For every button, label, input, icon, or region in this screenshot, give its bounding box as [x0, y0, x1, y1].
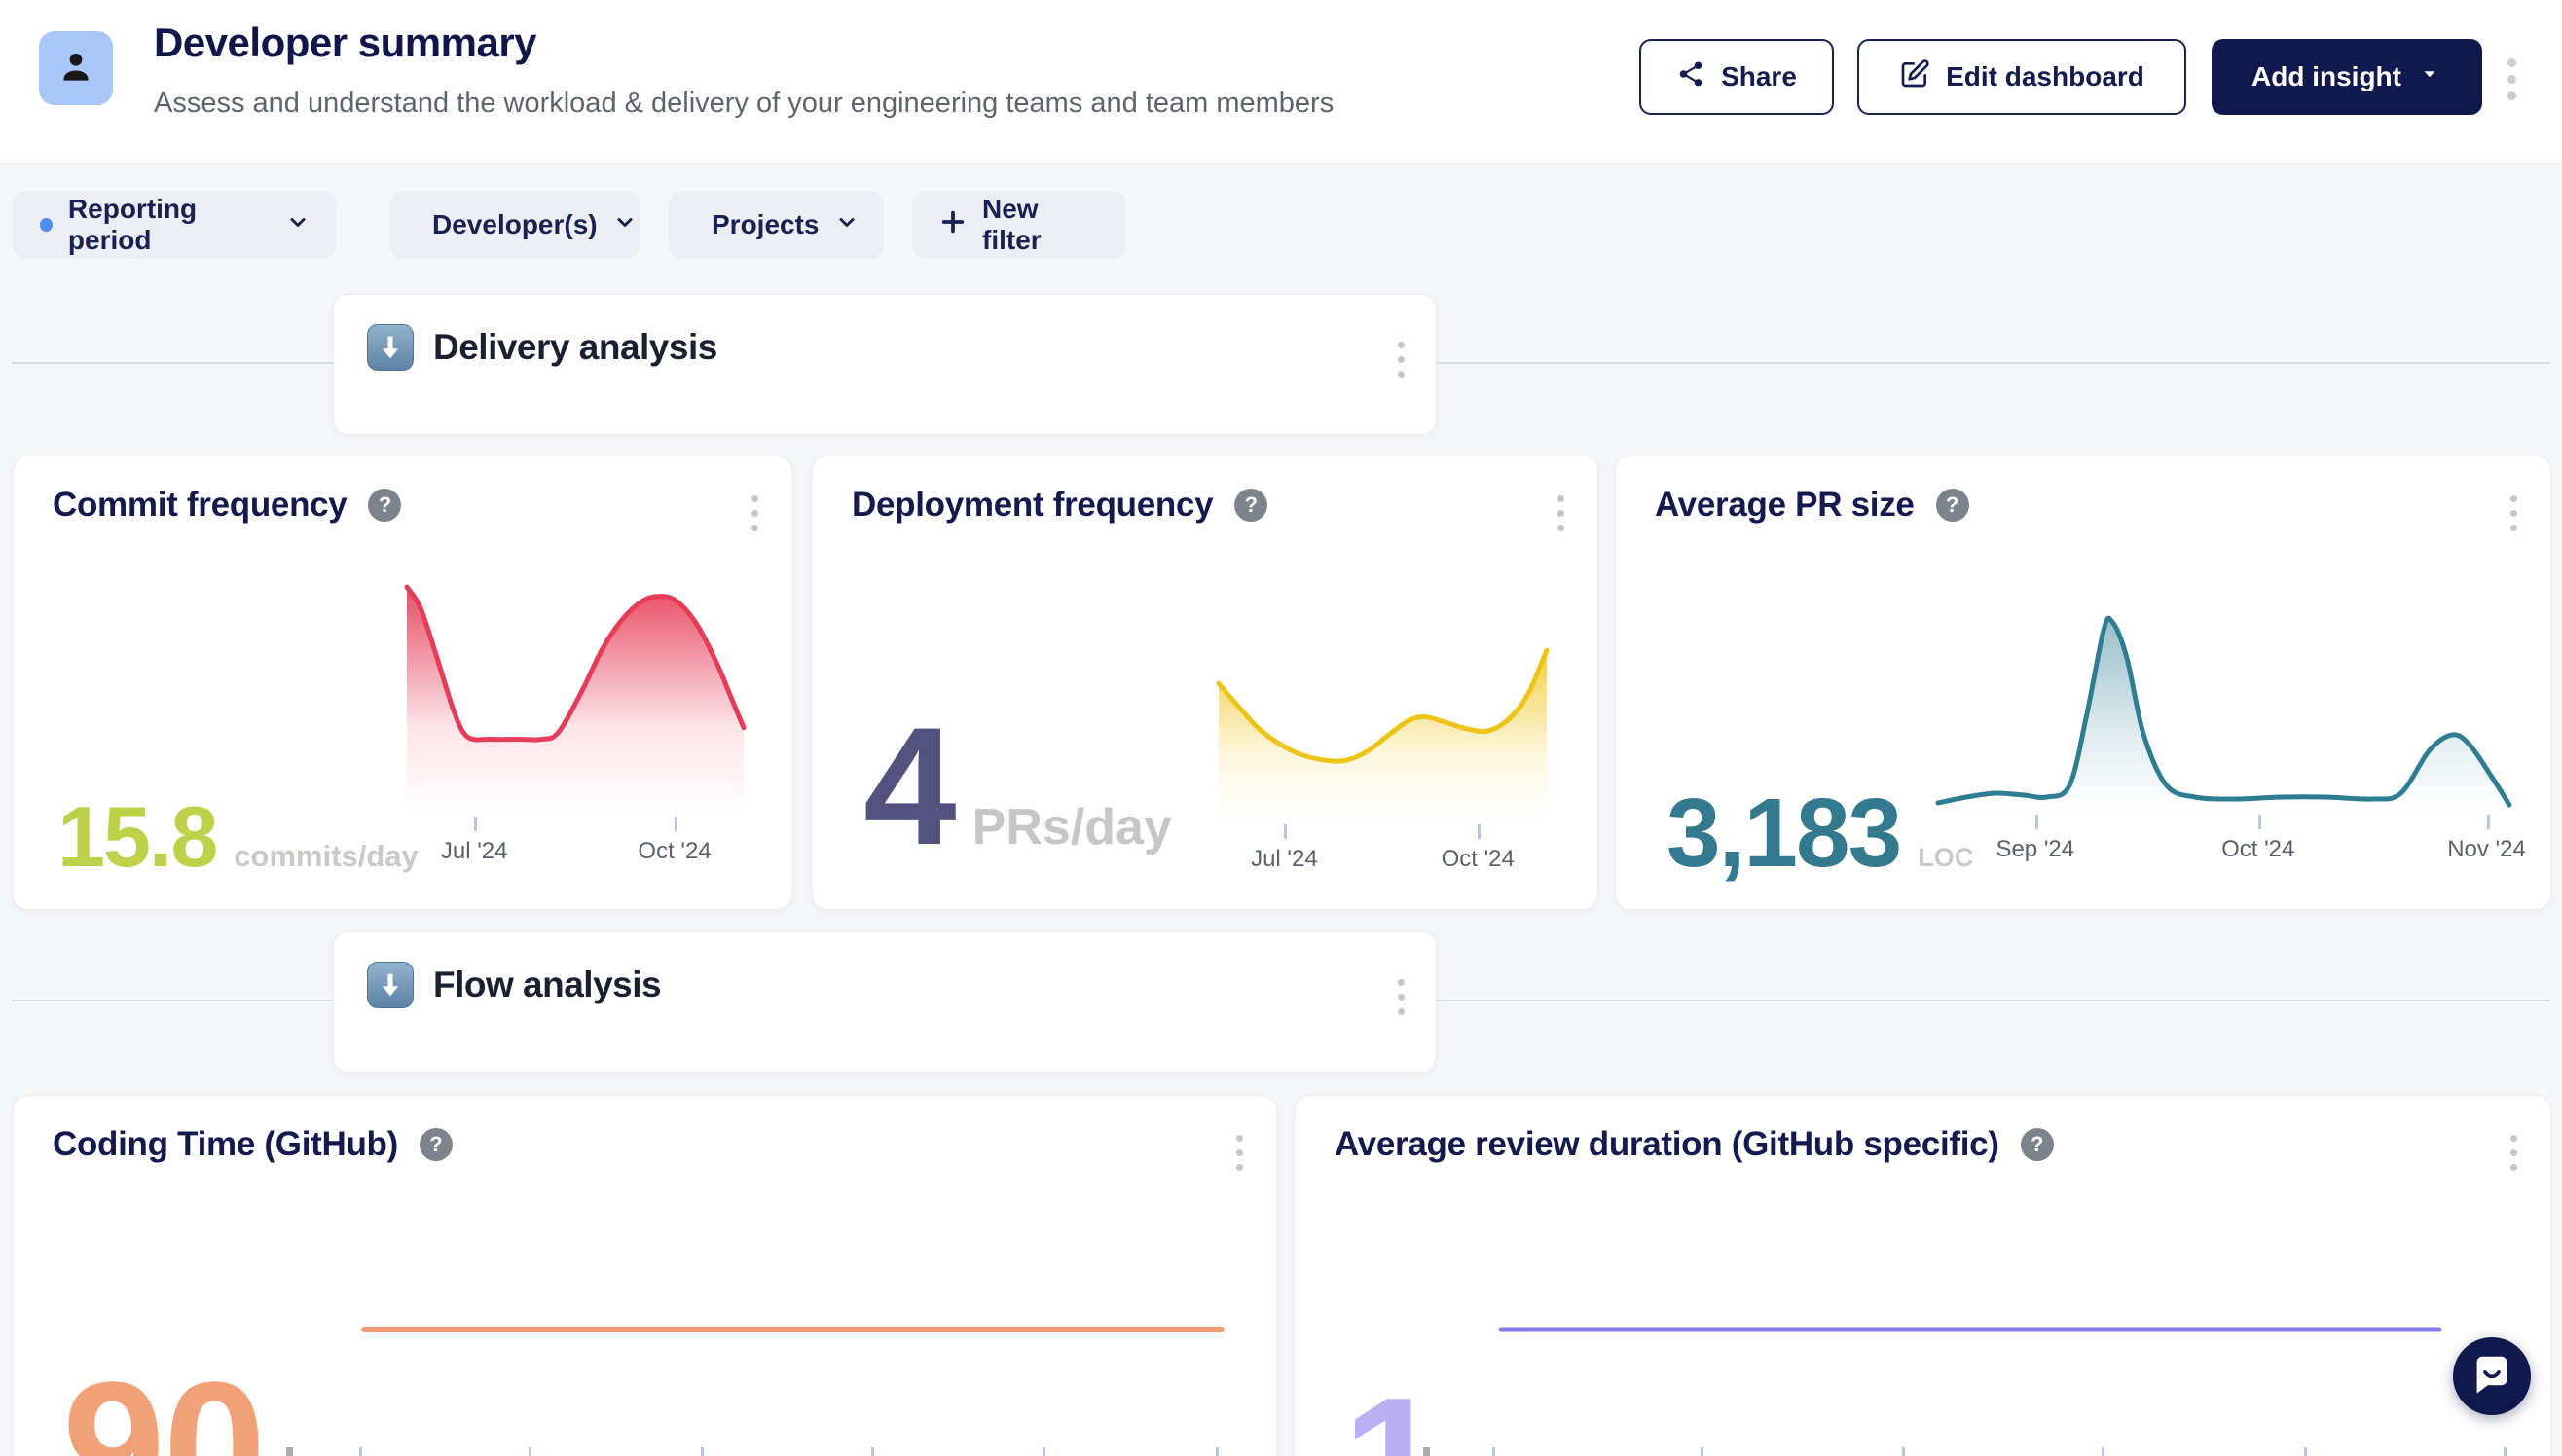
metric: 90	[62, 1355, 264, 1456]
card-menu[interactable]	[2507, 491, 2521, 535]
edit-icon	[1899, 58, 1930, 96]
new-filter-label: New filter	[982, 194, 1099, 256]
card-menu[interactable]	[1232, 1131, 1247, 1175]
card-title: Deployment frequency	[852, 486, 1213, 525]
chevron-down-icon	[613, 209, 637, 240]
metric-value: 4	[863, 703, 955, 870]
commit-frequency-sparkline	[407, 580, 744, 811]
filter-reporting-period[interactable]: Reporting period	[13, 191, 337, 259]
avatar	[39, 31, 113, 105]
add-insight-button-label: Add insight	[2251, 61, 2401, 92]
card-commit-frequency: Commit frequency ? 15.8 commits/day Jul …	[13, 455, 792, 910]
header-overflow-menu[interactable]	[2504, 55, 2520, 104]
card-deployment-frequency: Deployment frequency ? 4 PRs/day Jul '24…	[812, 455, 1598, 910]
active-filter-dot	[40, 218, 53, 232]
card-menu[interactable]	[748, 491, 762, 535]
x-axis-ticks: Jul '24Oct '24	[407, 811, 744, 879]
metric-value: 90	[62, 1355, 264, 1456]
help-icon[interactable]: ?	[368, 489, 401, 522]
filter-developers[interactable]: Developer(s)	[389, 191, 640, 259]
help-icon[interactable]: ?	[420, 1128, 453, 1161]
card-title: Average PR size	[1655, 486, 1915, 525]
developer-summary-dashboard: Developer summary Assess and understand …	[0, 0, 2562, 1456]
share-button[interactable]: Share	[1639, 39, 1834, 115]
down-arrow-button-emoji-icon	[367, 324, 414, 371]
card-menu[interactable]	[2507, 1131, 2521, 1175]
average-pr-size-sparkline	[1938, 614, 2509, 809]
filter-projects[interactable]: Projects	[669, 191, 884, 259]
section-delivery-analysis: Delivery analysis	[333, 294, 1437, 435]
edit-dashboard-button[interactable]: Edit dashboard	[1857, 39, 2186, 115]
filter-label: Projects	[712, 209, 820, 240]
card-average-pr-size: Average PR size ? 3,183 LOC Sep '24Oct '…	[1615, 455, 2551, 910]
share-icon	[1676, 59, 1705, 95]
metric: 1	[1342, 1370, 1444, 1456]
x-axis-ticks: Jul '24Oct '24	[1219, 819, 1547, 887]
add-insight-button[interactable]: Add insight	[2212, 39, 2482, 115]
section-menu[interactable]	[1394, 338, 1409, 382]
section-menu[interactable]	[1394, 975, 1409, 1019]
help-icon[interactable]: ?	[1936, 489, 1969, 522]
edit-dashboard-button-label: Edit dashboard	[1946, 61, 2144, 92]
header-bar: Developer summary Assess and understand …	[0, 0, 2562, 164]
section-title: Delivery analysis	[433, 327, 717, 368]
chat-bubble-icon	[2471, 1354, 2512, 1400]
down-arrow-button-emoji-icon	[367, 962, 414, 1008]
plus-icon	[939, 208, 967, 242]
metric-unit: PRs/day	[972, 802, 1172, 853]
coding-time-line	[364, 1310, 1222, 1349]
chat-launcher-button[interactable]	[2453, 1337, 2531, 1415]
page-subtitle: Assess and understand the workload & del…	[154, 88, 1334, 120]
metric-value: 15.8	[57, 794, 216, 880]
page-title: Developer summary	[154, 19, 536, 66]
card-coding-time: Coding Time (GitHub) ? 90	[13, 1095, 1277, 1456]
card-title: Coding Time (GitHub)	[53, 1125, 398, 1164]
metric: 15.8 commits/day	[57, 794, 419, 880]
new-filter-button[interactable]: New filter	[912, 191, 1126, 259]
section-title: Flow analysis	[433, 965, 661, 1005]
x-axis-ticks: Sep '24Oct '24Nov '24	[1938, 809, 2509, 877]
card-title: Commit frequency	[53, 486, 347, 525]
filter-label: Reporting period	[68, 194, 271, 256]
x-axis-ticks	[1296, 1447, 2550, 1456]
card-title: Average review duration (GitHub specific…	[1335, 1125, 1999, 1164]
metric: 3,183 LOC	[1666, 784, 1973, 882]
filter-label: Developer(s)	[432, 209, 598, 240]
metric-value: 1	[1342, 1370, 1444, 1456]
card-menu[interactable]	[1554, 491, 1568, 535]
deployment-frequency-sparkline	[1219, 643, 1547, 819]
caret-down-icon	[2417, 61, 2442, 93]
metric: 4 PRs/day	[863, 703, 1172, 870]
card-average-review-duration: Average review duration (GitHub specific…	[1295, 1095, 2551, 1456]
chevron-down-icon	[835, 209, 859, 240]
x-axis-ticks	[14, 1447, 1276, 1456]
person-icon	[56, 47, 95, 91]
help-icon[interactable]: ?	[2021, 1128, 2054, 1161]
section-flow-analysis: Flow analysis	[333, 931, 1437, 1073]
metric-value: 3,183	[1666, 784, 1900, 882]
help-icon[interactable]: ?	[1234, 489, 1267, 522]
chevron-down-icon	[286, 209, 310, 240]
share-button-label: Share	[1721, 61, 1797, 92]
metric-unit: commits/day	[234, 841, 419, 871]
review-duration-line	[1501, 1310, 2439, 1349]
